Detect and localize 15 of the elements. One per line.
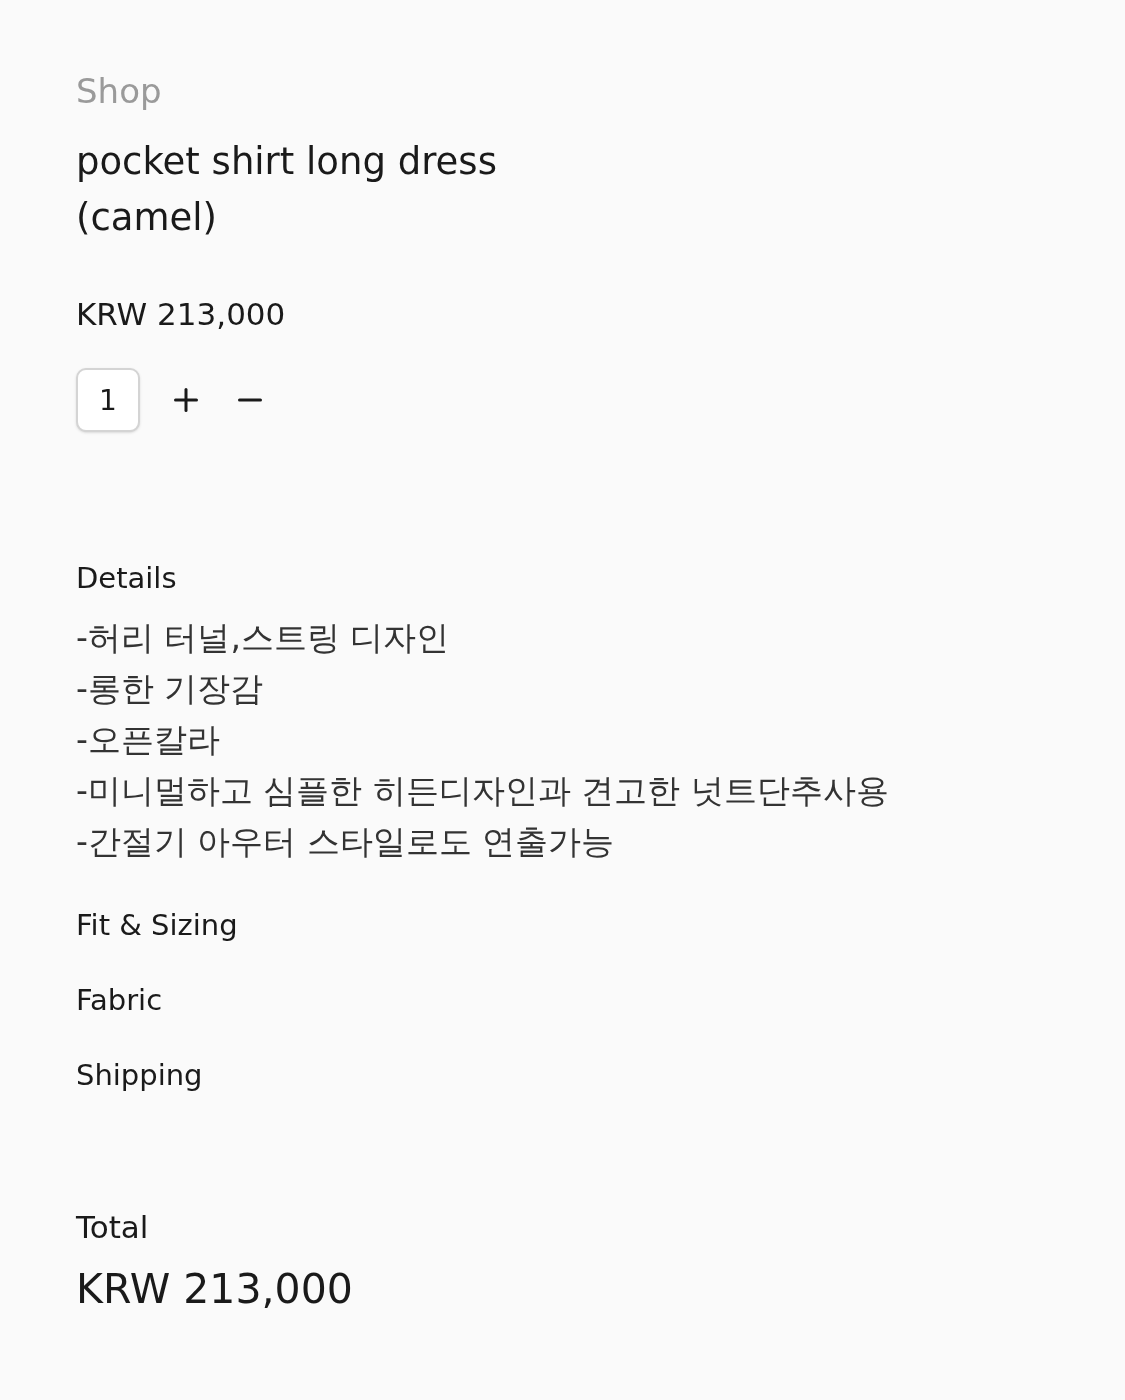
product-title: (camel)	[76, 195, 218, 241]
product-title: pocket shirt long dress	[76, 139, 498, 185]
details-text: -간절기 아우터 스타일로도 연출가능	[76, 821, 616, 863]
total-label: Total	[76, 1208, 150, 1247]
quantity-field[interactable]: 1	[76, 368, 140, 432]
details-text: -미니멀하고 심플한 히든디자인과 견고한 넛트단추사용	[76, 770, 890, 812]
details-heading[interactable]: Details	[76, 558, 1125, 598]
section-link[interactable]: Fabric	[76, 980, 1125, 1020]
details-text: -롱한 기장감	[76, 668, 265, 710]
total-amount: KRW 213,000	[76, 1264, 354, 1315]
section-link[interactable]: Fit & Sizing	[76, 905, 1125, 945]
details-text: -허리 터널,스트링 디자인	[76, 617, 451, 659]
product-price: KRW 213,000	[76, 295, 287, 334]
details-text: -오픈칼라	[76, 719, 221, 761]
section-link[interactable]: Shipping	[76, 1055, 1125, 1095]
